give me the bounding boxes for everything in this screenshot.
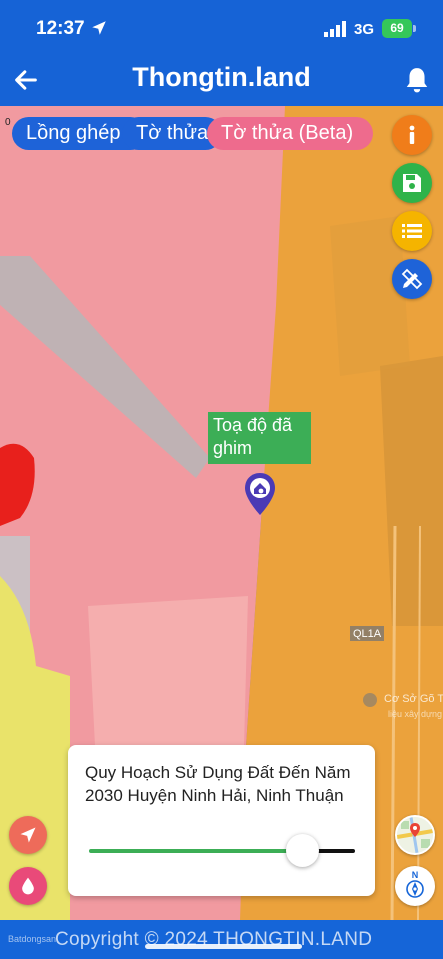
pin-label: Toạ độ đã ghim — [213, 415, 293, 458]
list-icon — [402, 224, 422, 238]
chip-to-thua-beta[interactable]: Tờ thửa (Beta) — [207, 117, 373, 150]
compass-button[interactable]: N — [395, 866, 435, 906]
pencil-ruler-icon — [401, 268, 423, 290]
save-button[interactable] — [392, 163, 432, 203]
poi-label: Cơ Sở Gõ T — [384, 693, 443, 705]
chip-long-ghep-label: Lồng ghép — [26, 122, 121, 144]
battery-icon: 69 — [382, 19, 412, 38]
battery-tip — [413, 25, 416, 32]
map-pin-icon[interactable] — [242, 471, 278, 517]
measure-edit-button[interactable] — [392, 259, 432, 299]
opacity-slider-thumb[interactable] — [285, 834, 319, 867]
poi-sublabel: liệu xây dựng — [388, 709, 443, 719]
info-button[interactable] — [392, 115, 432, 155]
status-time: 12:37 — [36, 18, 85, 39]
battery-level: 69 — [390, 21, 404, 35]
network-type: 3G — [354, 21, 375, 38]
map-layers-button[interactable] — [395, 815, 435, 855]
navigation-arrow-icon — [20, 827, 36, 843]
opacity-slider-fill — [89, 849, 302, 853]
water-drop-button[interactable] — [9, 867, 47, 905]
planning-layer-title: Quy Hoạch Sử Dụng Đất Đến Năm 2030 Huyện… — [85, 763, 351, 805]
map-corner-mark: 0 — [5, 117, 11, 128]
pin-tag: Toạ độ đã ghim — [208, 412, 311, 464]
map-layers-icon — [397, 817, 433, 853]
chip-to-thua-beta-label: Tờ thửa (Beta) — [221, 122, 354, 144]
planning-layer-card: Quy Hoạch Sử Dụng Đất Đến Năm 2030 Huyện… — [68, 745, 375, 896]
water-drop-icon — [22, 877, 34, 895]
location-arrow-icon — [92, 21, 106, 35]
watermark-text: Batdongsan — [8, 934, 57, 944]
bell-icon[interactable] — [404, 66, 430, 94]
chip-to-thua-label: Tờ thửa — [136, 122, 209, 144]
top-bar: 12:37 3G 69 Thongtin.land — [0, 0, 443, 106]
compass-icon — [406, 880, 424, 898]
home-indicator[interactable] — [145, 944, 302, 949]
footer-bar: Copyright © 2024 THONGTIN.LAND — [0, 920, 443, 959]
save-icon — [403, 174, 421, 192]
info-icon — [409, 125, 415, 144]
list-button[interactable] — [392, 211, 432, 251]
status-bar: 12:37 3G 69 — [0, 0, 443, 56]
my-location-button[interactable] — [9, 816, 47, 854]
page-title: Thongtin.land — [132, 62, 311, 92]
road-label: QL1A — [353, 628, 382, 640]
poi-icon — [363, 693, 377, 707]
signal-icon — [324, 21, 346, 37]
